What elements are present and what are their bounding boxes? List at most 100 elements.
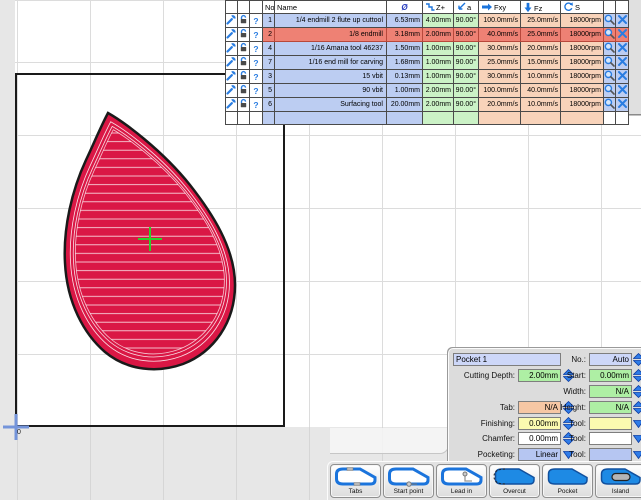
tool-number-cell[interactable]: 4 (263, 42, 275, 56)
tool-feed-xy-cell[interactable]: 30.0mm/s (479, 42, 521, 56)
tool-z-step-cell[interactable]: 1.00mm (423, 70, 454, 84)
tool-number-cell[interactable]: 7 (263, 56, 275, 70)
toolbar-button-island[interactable]: Island (595, 464, 641, 498)
start-input[interactable]: 0.00mm (589, 369, 632, 382)
tool-name-cell[interactable]: 1/8 endmill (275, 28, 387, 42)
tool-lock-button[interactable] (238, 28, 250, 42)
tool-table-row[interactable]: ? 1 1/4 endmill 2 flute up cuttool 6.53m… (226, 14, 629, 28)
tool-settings-button[interactable] (226, 84, 238, 98)
tool-feed-xy-cell[interactable]: 25.0mm/s (479, 56, 521, 70)
tool-chamfer-dropdown-button[interactable] (633, 432, 641, 445)
tool-spindle-cell[interactable]: 18000rpm (561, 84, 604, 98)
tool-help-button[interactable]: ? (250, 28, 263, 42)
tool-settings-button[interactable] (226, 28, 238, 42)
tool-inspect-button[interactable] (604, 28, 616, 42)
tool-table-row[interactable]: ? 7 1/16 end mill for carving 1.68mm 1.0… (226, 56, 629, 70)
tool-pocketing-input[interactable] (589, 448, 632, 461)
tool-delete-button[interactable] (616, 84, 629, 98)
tool-finishing-input[interactable] (589, 417, 632, 430)
tool-number-cell[interactable]: 5 (263, 84, 275, 98)
tool-help-button[interactable]: ? (250, 98, 263, 112)
tool-feed-xy-cell[interactable]: 20.0mm/s (479, 98, 521, 112)
tool-inspect-button[interactable] (604, 70, 616, 84)
tool-inspect-button[interactable] (604, 84, 616, 98)
tool-name-cell[interactable]: 1/4 endmill 2 flute up cuttool (275, 14, 387, 28)
tool-delete-button[interactable] (616, 14, 629, 28)
tool-settings-button[interactable] (226, 42, 238, 56)
tool-lock-button[interactable] (238, 42, 250, 56)
tool-feed-z-cell[interactable]: 10.0mm/s (521, 70, 561, 84)
tool-delete-button[interactable] (616, 42, 629, 56)
tool-z-step-cell[interactable]: 2.00mm (423, 98, 454, 112)
tool-spindle-cell[interactable]: 18000rpm (561, 70, 604, 84)
tool-angle-cell[interactable]: 90.00° (454, 28, 479, 42)
tool-diameter-cell[interactable]: 3.18mm (387, 28, 423, 42)
tool-spindle-cell[interactable]: 18000rpm (561, 28, 604, 42)
tool-lock-button[interactable] (238, 56, 250, 70)
tool-angle-cell[interactable]: 90.00° (454, 84, 479, 98)
tool-delete-button[interactable] (616, 70, 629, 84)
tool-help-button[interactable]: ? (250, 14, 263, 28)
tool-name-cell[interactable]: 90 vbit (275, 84, 387, 98)
tool-name-cell[interactable]: Surfacing tool (275, 98, 387, 112)
tool-table-row[interactable]: ? 2 1/8 endmill 3.18mm 2.00mm 90.00° 40.… (226, 28, 629, 42)
tool-finishing-dropdown-button[interactable] (633, 417, 641, 430)
tool-number-cell[interactable]: 3 (263, 70, 275, 84)
tool-name-cell[interactable]: 1/16 end mill for carving (275, 56, 387, 70)
tool-settings-button[interactable] (226, 56, 238, 70)
tool-lock-button[interactable] (238, 84, 250, 98)
tool-z-step-cell[interactable]: 4.00mm (423, 14, 454, 28)
tool-inspect-button[interactable] (604, 14, 616, 28)
tool-angle-cell[interactable]: 90.00° (454, 70, 479, 84)
tool-lock-button[interactable] (238, 14, 250, 28)
toolbar-button-lead-in[interactable]: Lead in (436, 464, 487, 498)
tool-table-row[interactable]: ? 6 Surfacing tool 20.00mm 2.00mm 90.00°… (226, 98, 629, 112)
tool-z-step-cell[interactable]: 2.00mm (423, 84, 454, 98)
tool-feed-z-cell[interactable]: 15.0mm/s (521, 56, 561, 70)
start-spinner[interactable] (633, 369, 641, 382)
tool-angle-cell[interactable]: 90.00° (454, 98, 479, 112)
tool-feed-xy-cell[interactable]: 100.0mm/s (479, 84, 521, 98)
tool-lock-button[interactable] (238, 98, 250, 112)
toolbar-button-start-point[interactable]: Start point (383, 464, 434, 498)
tool-angle-cell[interactable]: 90.00° (454, 42, 479, 56)
tool-name-cell[interactable]: 15 vbit (275, 70, 387, 84)
tool-table-row[interactable]: ? 3 15 vbit 0.13mm 1.00mm 90.00° 30.0mm/… (226, 70, 629, 84)
tool-settings-button[interactable] (226, 70, 238, 84)
tool-diameter-cell[interactable]: 20.00mm (387, 98, 423, 112)
toolbar-button-pocket[interactable]: Pocket (542, 464, 593, 498)
tool-diameter-cell[interactable]: 0.13mm (387, 70, 423, 84)
tool-spindle-cell[interactable]: 18000rpm (561, 42, 604, 56)
tool-table-row[interactable]: ? 5 90 vbit 1.00mm 2.00mm 90.00° 100.0mm… (226, 84, 629, 98)
tool-delete-button[interactable] (616, 56, 629, 70)
toolbar-button-overcut[interactable]: Overcut (489, 464, 540, 498)
tool-table-row[interactable]: ? 4 1/16 Amana tool 46237 1.50mm 1.00mm … (226, 42, 629, 56)
tool-feed-xy-cell[interactable]: 30.0mm/s (479, 70, 521, 84)
tool-settings-button[interactable] (226, 98, 238, 112)
tool-feed-z-cell[interactable]: 25.0mm/s (521, 14, 561, 28)
tool-help-button[interactable]: ? (250, 42, 263, 56)
tool-pocketing-dropdown-button[interactable] (633, 448, 641, 461)
tool-z-step-cell[interactable]: 2.00mm (423, 28, 454, 42)
number-spinner[interactable] (633, 353, 641, 366)
tool-angle-cell[interactable]: 90.00° (454, 56, 479, 70)
tool-angle-cell[interactable]: 90.00° (454, 14, 479, 28)
tool-spindle-cell[interactable]: 18000rpm (561, 98, 604, 112)
tool-delete-button[interactable] (616, 98, 629, 112)
tool-help-button[interactable]: ? (250, 84, 263, 98)
tool-diameter-cell[interactable]: 1.50mm (387, 42, 423, 56)
tool-feed-z-cell[interactable]: 20.0mm/s (521, 42, 561, 56)
tool-diameter-cell[interactable]: 1.00mm (387, 84, 423, 98)
tool-number-cell[interactable]: 2 (263, 28, 275, 42)
tool-feed-z-cell[interactable]: 10.0mm/s (521, 98, 561, 112)
tool-help-button[interactable]: ? (250, 56, 263, 70)
tool-spindle-cell[interactable]: 18000rpm (561, 14, 604, 28)
tool-number-cell[interactable]: 1 (263, 14, 275, 28)
tool-name-cell[interactable]: 1/16 Amana tool 46237 (275, 42, 387, 56)
toolbar-button-tabs[interactable]: Tabs (330, 464, 381, 498)
tool-settings-button[interactable] (226, 14, 238, 28)
width-spinner[interactable] (633, 385, 641, 398)
tool-help-button[interactable]: ? (250, 70, 263, 84)
tool-number-cell[interactable]: 6 (263, 98, 275, 112)
height-spinner[interactable] (633, 401, 641, 414)
